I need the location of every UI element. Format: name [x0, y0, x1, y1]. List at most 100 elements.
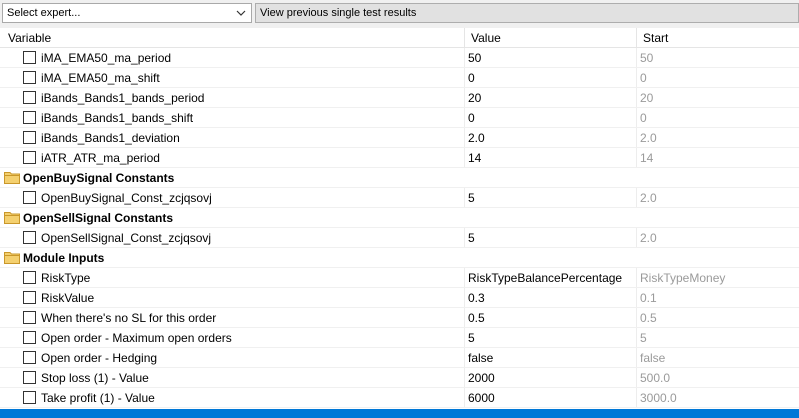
parameter-row[interactable]: iATR_ATR_ma_period 14 14 [0, 148, 799, 168]
optimize-checkbox[interactable] [23, 371, 36, 384]
optimize-checkbox[interactable] [23, 131, 36, 144]
parameter-value[interactable]: 0.5 [468, 311, 485, 325]
toolbar: Select expert... View previous single te… [0, 0, 799, 28]
parameter-row[interactable]: Take profit (1) - Value 6000 3000.0 [0, 388, 799, 408]
group-header[interactable]: Module Inputs [0, 248, 799, 268]
cell-divider [464, 148, 465, 167]
parameter-row[interactable]: iMA_EMA50_ma_shift 0 0 [0, 68, 799, 88]
parameter-value[interactable]: 20 [468, 91, 481, 105]
parameter-value[interactable]: 5 [468, 231, 475, 245]
cell-divider [464, 188, 465, 207]
optimize-checkbox[interactable] [23, 91, 36, 104]
parameter-row[interactable]: iBands_Bands1_bands_period 20 20 [0, 88, 799, 108]
cell-divider [636, 128, 637, 147]
cell-divider [464, 128, 465, 147]
parameter-row[interactable]: iBands_Bands1_bands_shift 0 0 [0, 108, 799, 128]
parameter-value[interactable]: false [468, 351, 493, 365]
optimize-checkbox[interactable] [23, 191, 36, 204]
parameter-value[interactable]: 6000 [468, 391, 495, 405]
optimize-checkbox[interactable] [23, 331, 36, 344]
optimize-checkbox[interactable] [23, 351, 36, 364]
parameter-value[interactable]: 0 [468, 111, 475, 125]
parameter-value[interactable]: 14 [468, 151, 481, 165]
column-divider[interactable] [636, 28, 637, 47]
parameter-name: OpenSellSignal_Const_zcjqsovj [41, 231, 212, 245]
parameter-start[interactable]: 50 [640, 51, 653, 65]
parameter-value[interactable]: 5 [468, 331, 475, 345]
optimize-checkbox[interactable] [23, 51, 36, 64]
parameter-value[interactable]: 2000 [468, 371, 495, 385]
group-label: OpenSellSignal Constants [23, 211, 174, 225]
optimize-checkbox[interactable] [23, 391, 36, 404]
parameter-start[interactable]: false [640, 351, 665, 365]
optimize-checkbox[interactable] [23, 271, 36, 284]
cell-divider [464, 388, 465, 407]
cell-divider [464, 68, 465, 87]
expert-select[interactable]: Select expert... [2, 3, 252, 23]
status-strip [0, 409, 799, 418]
parameter-start[interactable]: 0.1 [640, 291, 657, 305]
parameter-value[interactable]: RiskTypeBalancePercentage [468, 271, 622, 285]
parameter-value[interactable]: 2.0 [468, 131, 485, 145]
group-header[interactable]: OpenSellSignal Constants [0, 208, 799, 228]
parameter-row[interactable]: iMA_EMA50_ma_period 50 50 [0, 48, 799, 68]
parameter-start[interactable]: 14 [640, 151, 653, 165]
parameter-start[interactable]: 2.0 [640, 231, 657, 245]
optimize-checkbox[interactable] [23, 291, 36, 304]
column-variable[interactable]: Variable [8, 31, 51, 45]
optimize-checkbox[interactable] [23, 111, 36, 124]
parameter-start[interactable]: 2.0 [640, 131, 657, 145]
cell-divider [464, 368, 465, 387]
parameter-value[interactable]: 5 [468, 191, 475, 205]
parameter-name: iMA_EMA50_ma_shift [41, 71, 160, 85]
parameter-start[interactable]: 0 [640, 71, 647, 85]
cell-divider [636, 108, 637, 127]
parameter-row[interactable]: RiskType RiskTypeBalancePercentage RiskTyp… [0, 268, 799, 288]
parameter-start[interactable]: 500.0 [640, 371, 670, 385]
parameter-row[interactable]: When there's no SL for this order 0.5 0.5 [0, 308, 799, 328]
parameter-name: Stop loss (1) - Value [41, 371, 149, 385]
group-header[interactable]: OpenBuySignal Constants [0, 168, 799, 188]
parameter-row[interactable]: Open order - Hedging false false [0, 348, 799, 368]
cell-divider [636, 188, 637, 207]
folder-icon [4, 252, 20, 264]
column-start[interactable]: Start [643, 31, 668, 45]
optimize-checkbox[interactable] [23, 231, 36, 244]
parameter-row[interactable]: Open order - Maximum open orders 5 5 [0, 328, 799, 348]
optimize-checkbox[interactable] [23, 151, 36, 164]
cell-divider [636, 348, 637, 367]
optimize-checkbox[interactable] [23, 71, 36, 84]
parameter-value[interactable]: 0 [468, 71, 475, 85]
parameter-row[interactable]: RiskValue 0.3 0.1 [0, 288, 799, 308]
chevron-down-icon[interactable] [234, 6, 248, 20]
view-previous-results-label: View previous single test results [260, 7, 417, 19]
parameter-row[interactable]: Stop loss (1) - Value 2000 500.0 [0, 368, 799, 388]
parameter-value[interactable]: 50 [468, 51, 481, 65]
parameter-start[interactable]: 20 [640, 91, 653, 105]
view-previous-results-button[interactable]: View previous single test results [255, 3, 799, 23]
optimize-checkbox[interactable] [23, 311, 36, 324]
parameter-name: Open order - Maximum open orders [41, 331, 232, 345]
cell-divider [464, 268, 465, 287]
cell-divider [464, 48, 465, 67]
parameter-list: iMA_EMA50_ma_period 50 50 iMA_EMA50_ma_shif… [0, 48, 799, 408]
parameter-start[interactable]: 0.5 [640, 311, 657, 325]
parameter-row[interactable]: OpenBuySignal_Const_zcjqsovj 5 2.0 [0, 188, 799, 208]
parameter-row[interactable]: iBands_Bands1_deviation 2.0 2.0 [0, 128, 799, 148]
parameter-start[interactable]: RiskTypeMoney [640, 271, 725, 285]
parameter-start[interactable]: 5 [640, 331, 647, 345]
column-divider[interactable] [464, 28, 465, 47]
parameter-start[interactable]: 3000.0 [640, 391, 677, 405]
group-label: OpenBuySignal Constants [23, 171, 175, 185]
column-header: Variable Value Start [0, 28, 799, 48]
parameter-name: OpenBuySignal_Const_zcjqsovj [41, 191, 212, 205]
parameter-start[interactable]: 0 [640, 111, 647, 125]
parameter-start[interactable]: 2.0 [640, 191, 657, 205]
cell-divider [636, 328, 637, 347]
folder-icon [4, 212, 20, 224]
parameter-value[interactable]: 0.3 [468, 291, 485, 305]
column-value[interactable]: Value [471, 31, 501, 45]
cell-divider [636, 68, 637, 87]
cell-divider [464, 308, 465, 327]
parameter-row[interactable]: OpenSellSignal_Const_zcjqsovj 5 2.0 [0, 228, 799, 248]
